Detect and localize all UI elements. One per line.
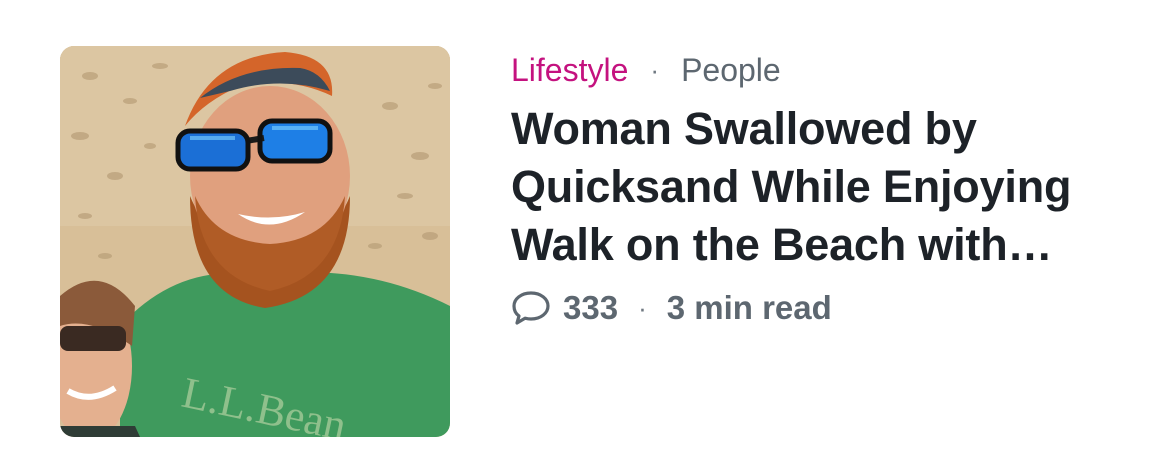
- read-time: 3 min read: [666, 289, 832, 326]
- article-thumbnail[interactable]: L.L.Bean: [60, 46, 450, 437]
- stats-separator: ·: [638, 292, 647, 323]
- subcategory-link[interactable]: People: [681, 52, 781, 89]
- article-card[interactable]: L.L.Bean Lifestyle · People Woman Swallo…: [0, 0, 1170, 460]
- meta-separator: ·: [650, 54, 660, 85]
- article-content: Lifestyle · People Woman Swallowed by Qu…: [511, 48, 1131, 330]
- category-link[interactable]: Lifestyle: [511, 52, 628, 89]
- article-stats: 333 · 3 min read: [511, 286, 1131, 330]
- comment-icon[interactable]: [511, 290, 551, 326]
- article-headline[interactable]: Woman Swallowed by Quicksand While Enjoy…: [511, 100, 1111, 274]
- article-meta: Lifestyle · People: [511, 48, 1131, 92]
- comment-count[interactable]: 333: [563, 289, 618, 327]
- thumbnail-photo: L.L.Bean: [60, 46, 450, 437]
